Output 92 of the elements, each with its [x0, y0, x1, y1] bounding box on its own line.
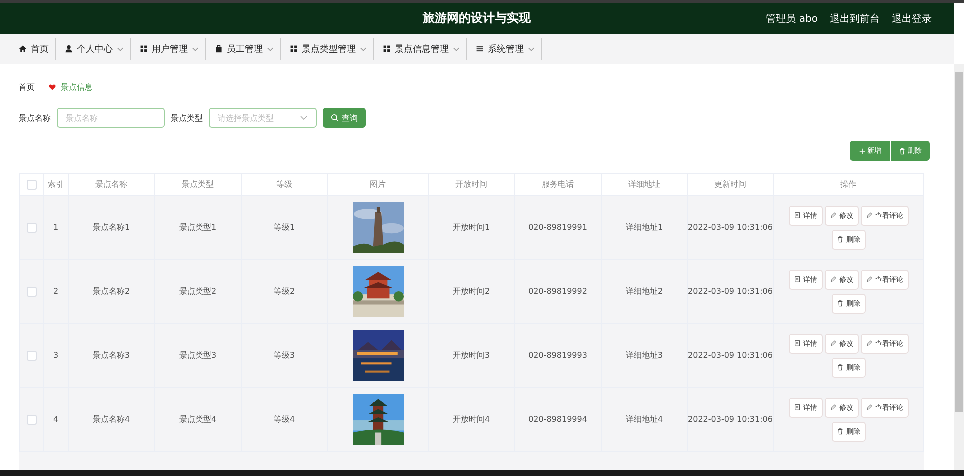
- table-cell: 020-89819994: [528, 415, 588, 424]
- heart-icon: [49, 84, 56, 90]
- select-all-checkbox[interactable]: [26, 180, 36, 190]
- table-cell: 等级4: [274, 414, 296, 425]
- menu-icon: [476, 45, 484, 53]
- nav-item[interactable]: 景点类型管理: [281, 38, 374, 60]
- header-link[interactable]: 管理员 abo: [766, 12, 818, 26]
- column-header: 图片: [370, 179, 386, 190]
- table-cell: 景点类型4: [179, 414, 217, 425]
- header-link[interactable]: 退出到前台: [830, 12, 880, 26]
- table-cell: 景点名称2: [92, 286, 130, 297]
- table-cell: 020-89819991: [528, 223, 588, 232]
- pencil-icon: [866, 276, 872, 283]
- table-cell: 4: [53, 415, 59, 424]
- document-icon: [794, 340, 800, 347]
- pencil-icon: [830, 276, 836, 283]
- briefcase-icon: [215, 45, 223, 53]
- nav-item[interactable]: 员工管理: [206, 38, 281, 60]
- search-icon: [331, 114, 339, 122]
- row-checkbox[interactable]: [26, 222, 36, 232]
- table-cell: 详细地址4: [626, 414, 664, 425]
- breadcrumb-link[interactable]: 首页: [19, 82, 44, 92]
- table-cell: 开放时间3: [452, 350, 490, 361]
- column-header: 操作: [840, 179, 856, 190]
- table-cell: 1: [53, 223, 59, 232]
- chevron-down-icon: [300, 114, 308, 122]
- table-cell: 2022-03-09 10:31:06: [688, 223, 773, 232]
- table-cell: 景点名称3: [92, 350, 130, 361]
- table-cell: 020-89819993: [528, 351, 588, 360]
- column-header: 开放时间: [456, 179, 488, 190]
- column-header: 景点名称: [96, 179, 128, 190]
- table-cell: 详细地址1: [626, 222, 664, 233]
- table-cell: 开放时间1: [452, 222, 490, 233]
- table-cell: 详细地址2: [626, 286, 664, 297]
- pencil-icon: [830, 212, 836, 219]
- table-cell: 等级2: [274, 286, 296, 297]
- document-icon: [794, 404, 800, 411]
- user-icon: [65, 45, 73, 53]
- table-cell: 3: [53, 351, 59, 360]
- grid-icon: [290, 45, 298, 53]
- breadcrumb-current: 景点信息: [61, 82, 94, 92]
- nav-item[interactable]: 首页: [10, 38, 56, 60]
- table-cell: 详细地址3: [626, 350, 664, 361]
- scrollbar[interactable]: [954, 64, 964, 470]
- pencil-icon: [866, 212, 872, 219]
- table-cell: 2: [53, 287, 59, 296]
- column-header: 更新时间: [714, 179, 746, 190]
- pencil-icon: [866, 340, 872, 347]
- table-cell: 020-89819992: [528, 287, 588, 296]
- table-cell: 景点类型2: [179, 286, 217, 297]
- pencil-icon: [866, 404, 872, 411]
- trash-icon: [836, 364, 844, 371]
- table-cell: 景点名称4: [92, 414, 130, 425]
- trash-icon: [836, 428, 844, 435]
- nav-item[interactable]: 个人中心: [56, 38, 131, 60]
- nav-item[interactable]: 景点信息管理: [374, 38, 467, 60]
- grid-icon: [140, 45, 148, 53]
- table-cell: 景点名称1: [92, 222, 130, 233]
- column-header: 等级: [276, 179, 292, 190]
- grid-icon: [383, 45, 391, 53]
- row-checkbox[interactable]: [26, 414, 36, 424]
- site-title: 旅游网的设计与实现: [423, 10, 531, 27]
- home-icon: [19, 45, 27, 53]
- table-cell: 2022-03-09 10:31:06: [688, 351, 773, 360]
- trash-icon: [899, 148, 906, 154]
- nav-item[interactable]: 系统管理: [467, 38, 542, 60]
- nav-item[interactable]: 用户管理: [131, 38, 206, 60]
- table-cell: 等级1: [274, 222, 296, 233]
- filter-label: 景点类型: [171, 112, 203, 124]
- pencil-icon: [830, 340, 836, 347]
- table-cell: 景点类型3: [179, 350, 217, 361]
- table-cell: 开放时间4: [452, 414, 490, 425]
- row-checkbox[interactable]: [26, 350, 36, 360]
- row-checkbox[interactable]: [26, 286, 36, 296]
- table-cell: 开放时间2: [452, 286, 490, 297]
- pencil-icon: [830, 404, 836, 411]
- column-header: 景点类型: [182, 179, 214, 190]
- document-icon: [794, 212, 800, 219]
- table-cell: 2022-03-09 10:31:06: [688, 415, 773, 424]
- filter-label: 景点名称: [19, 112, 51, 124]
- table-cell: 2022-03-09 10:31:06: [688, 287, 773, 296]
- document-icon: [794, 276, 800, 283]
- column-header: 索引: [48, 179, 64, 190]
- table-cell: 等级3: [274, 350, 296, 361]
- column-header: 服务电话: [542, 179, 574, 190]
- name-search-field[interactable]: 景点名称: [57, 108, 165, 128]
- header-link[interactable]: 退出登录: [892, 12, 932, 26]
- table-cell: 景点类型1: [179, 222, 217, 233]
- trash-icon: [836, 300, 844, 307]
- trash-icon: [836, 236, 844, 243]
- plus-icon: [858, 148, 866, 154]
- column-header: 详细地址: [628, 179, 660, 190]
